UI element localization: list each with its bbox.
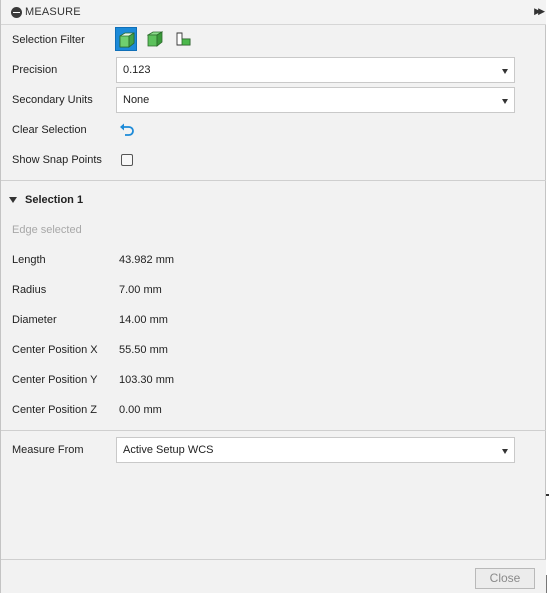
precision-label: Precision — [12, 64, 58, 76]
measure-label: Length — [12, 254, 46, 266]
selection-filter-label: Selection Filter — [12, 34, 85, 46]
measure-panel: MEASURE ▶▶ Selection Filter Precision 0.… — [0, 0, 546, 593]
clear-selection-label: Clear Selection — [12, 124, 87, 136]
chevron-down-icon — [502, 449, 508, 454]
measure-label: Diameter — [12, 314, 57, 326]
measure-row-center-y: Center Position Y 103.30 mm — [1, 365, 546, 395]
secondary-units-row: Secondary Units None — [1, 85, 546, 115]
undo-arrow-icon[interactable] — [119, 122, 135, 137]
select-body-button[interactable] — [115, 27, 137, 51]
caret-down-icon[interactable] — [9, 197, 17, 203]
measure-from-row: Measure From Active Setup WCS — [1, 435, 546, 465]
selection-group-title: Selection 1 — [25, 194, 84, 206]
panel-titlebar[interactable]: MEASURE ▶▶ — [1, 0, 546, 25]
close-button[interactable]: Close — [475, 568, 535, 589]
measure-row-radius: Radius 7.00 mm — [1, 275, 546, 305]
divider — [1, 430, 546, 431]
panel-footer: Close — [1, 559, 546, 593]
precision-value: 0.123 — [123, 64, 151, 76]
selection-filter-row: Selection Filter — [1, 25, 546, 55]
selection-status-row: Edge selected — [1, 215, 546, 245]
secondary-units-label: Secondary Units — [12, 94, 93, 106]
divider — [1, 180, 546, 181]
measure-value: 14.00 mm — [119, 314, 168, 326]
measure-value: 103.30 mm — [119, 374, 175, 386]
chevron-down-icon — [502, 69, 508, 74]
double-chevron-right-icon[interactable]: ▶▶ — [534, 6, 545, 17]
measure-label: Radius — [12, 284, 47, 296]
measure-from-select[interactable]: Active Setup WCS — [116, 437, 515, 463]
show-snap-points-checkbox[interactable] — [121, 154, 133, 166]
measure-from-label: Measure From — [12, 444, 84, 456]
measure-label: Center Position X — [12, 344, 98, 356]
selection-group-header[interactable]: Selection 1 — [1, 187, 546, 213]
measure-row-center-x: Center Position X 55.50 mm — [1, 335, 546, 365]
minus-circle-icon[interactable] — [11, 7, 22, 18]
select-edge-button[interactable] — [172, 27, 194, 51]
select-face-icon — [147, 31, 163, 47]
select-edge-icon — [176, 32, 191, 46]
precision-row: Precision 0.123 — [1, 55, 546, 85]
show-snap-points-row: Show Snap Points — [1, 145, 546, 175]
clear-selection-row: Clear Selection — [1, 115, 546, 145]
select-body-icon — [119, 32, 135, 48]
measure-label: Center Position Z — [12, 404, 97, 416]
measure-row-length: Length 43.982 mm — [1, 245, 546, 275]
precision-select[interactable]: 0.123 — [116, 57, 515, 83]
measure-label: Center Position Y — [12, 374, 98, 386]
chevron-down-icon — [502, 99, 508, 104]
measure-value: 7.00 mm — [119, 284, 162, 296]
selection-status: Edge selected — [12, 224, 82, 236]
measure-value: 43.982 mm — [119, 254, 175, 266]
secondary-units-select[interactable]: None — [116, 87, 515, 113]
measure-row-center-z: Center Position Z 0.00 mm — [1, 395, 546, 425]
select-face-button[interactable] — [144, 27, 166, 51]
measure-row-diameter: Diameter 14.00 mm — [1, 305, 546, 335]
measure-value: 0.00 mm — [119, 404, 162, 416]
measure-value: 55.50 mm — [119, 344, 168, 356]
show-snap-points-label: Show Snap Points — [12, 154, 102, 166]
secondary-units-value: None — [123, 94, 150, 106]
measure-from-value: Active Setup WCS — [123, 444, 214, 456]
panel-title: MEASURE — [25, 6, 81, 18]
